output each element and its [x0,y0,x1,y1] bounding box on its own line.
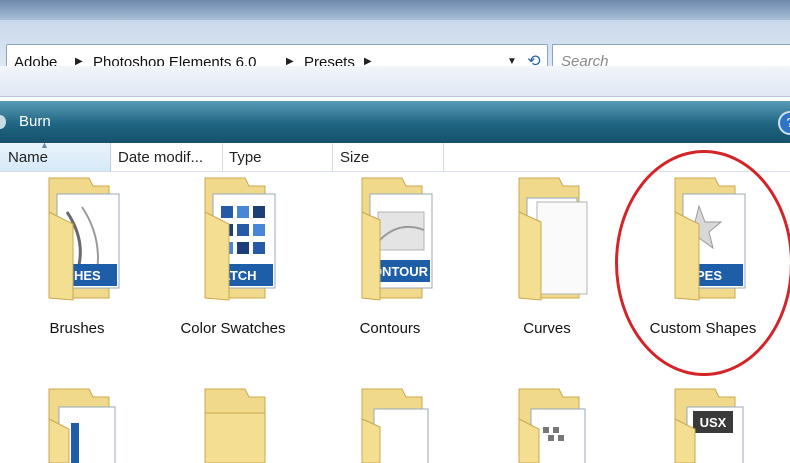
folder-icon: USX [674,388,744,463]
window-title-strip [0,0,790,20]
folder-row2-2[interactable] [158,383,308,463]
color-swatches-folder-icon: ATCH [204,177,276,301]
column-divider[interactable] [332,143,333,171]
column-divider[interactable] [443,143,444,171]
folder-row2-1[interactable] [2,383,152,463]
column-size[interactable]: Size [340,149,369,166]
svg-text:USX: USX [700,415,727,430]
column-name-label: Name [8,149,49,166]
contours-folder-icon: ONTOUR [361,177,433,301]
folder-curves[interactable]: Curves [472,172,622,337]
folder-label: Brushes [49,320,105,337]
command-bar: Burn ? [0,101,790,143]
column-divider[interactable] [222,143,223,171]
organize-button-edge[interactable] [0,115,6,129]
folder-row2-4[interactable] [472,383,622,463]
folder-label: Curves [523,320,571,337]
menu-bar [0,66,790,97]
brushes-folder-icon: SHES [48,177,120,301]
folder-row2-5[interactable]: USX [628,383,778,463]
highlight-circle [615,150,790,376]
folder-icon [204,388,266,463]
column-name-header[interactable]: ▲ Name [0,140,111,171]
folder-color-swatches[interactable]: ATCH Color Swatches [158,172,308,337]
curves-folder-icon [518,177,588,301]
folder-icon [48,388,116,463]
folder-label: Color Swatches [180,320,286,337]
help-icon[interactable]: ? [778,111,790,135]
burn-button[interactable]: Burn [19,113,51,130]
column-type[interactable]: Type [229,149,262,166]
folder-icon [361,388,429,463]
folder-icon [518,388,586,463]
folder-brushes[interactable]: SHES Brushes [2,172,152,337]
folder-contours[interactable]: ONTOUR Contours [315,172,465,337]
folder-row2-3[interactable] [315,383,465,463]
column-date-modified[interactable]: Date modif... [118,149,203,166]
address-bar-area: Adobe ▶ Photoshop Elements 6.0 ▶ Presets… [0,20,790,80]
folder-label: Contours [359,320,421,337]
